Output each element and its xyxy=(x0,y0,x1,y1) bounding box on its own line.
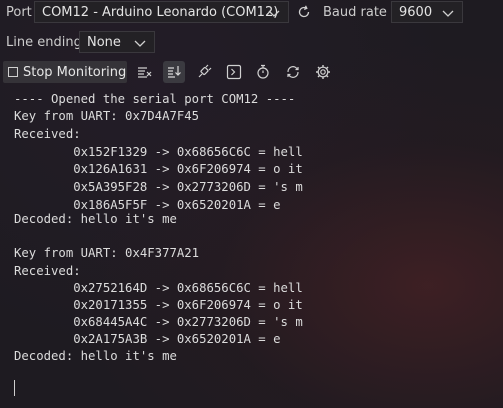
console-line: Decoded: hello it's me xyxy=(14,212,177,226)
port-row: Port COM12 - Arduino Leonardo (COM12) Ba… xyxy=(0,0,503,24)
console-line: Received: xyxy=(14,127,81,141)
line-ending-select[interactable]: None xyxy=(79,31,155,53)
line-ending-label: Line ending xyxy=(6,35,82,50)
console-line: 0x20171355 -> 0x6F206974 = o it xyxy=(14,298,303,312)
clear-output-button[interactable] xyxy=(133,61,155,83)
toggle-autoscroll-icon xyxy=(166,64,182,80)
console-line: 0x152F1329 -> 0x68656C6C = hell xyxy=(14,145,303,159)
line-ending-row: Line ending None xyxy=(0,30,503,56)
stopwatch-icon xyxy=(255,64,271,80)
terminal-button[interactable] xyxy=(223,61,245,83)
stop-monitoring-button[interactable]: Stop Monitoring xyxy=(3,61,127,83)
refresh-ports-button[interactable] xyxy=(293,1,315,23)
settings-button[interactable] xyxy=(312,61,334,83)
reset-icon xyxy=(285,64,301,80)
timestamp-button[interactable] xyxy=(252,61,274,83)
stop-icon xyxy=(8,67,18,77)
port-label: Port xyxy=(6,5,32,20)
line-ending-value: None xyxy=(87,34,121,50)
console-line: 0x68445A4C -> 0x2773206D = 's m xyxy=(14,315,303,329)
console-line: 0x2752164D -> 0x68656C6C = hell xyxy=(14,281,303,295)
connect-button[interactable] xyxy=(193,61,215,83)
baud-rate-select[interactable]: 9600 xyxy=(391,1,463,23)
clear-output-icon xyxy=(136,64,152,80)
reset-board-button[interactable] xyxy=(282,61,304,83)
port-select-value: COM12 - Arduino Leonardo (COM12) xyxy=(42,4,279,20)
text-cursor xyxy=(14,380,15,396)
terminal-icon xyxy=(226,64,242,80)
console-line: 0x126A1631 -> 0x6F206974 = o it xyxy=(14,162,303,176)
console-line: Decoded: hello it's me xyxy=(14,349,177,363)
port-select[interactable]: COM12 - Arduino Leonardo (COM12) xyxy=(34,1,289,23)
console-line: Key from UART: 0x7D4A7F45 xyxy=(14,109,200,123)
refresh-icon xyxy=(296,4,312,20)
serial-monitor: Port COM12 - Arduino Leonardo (COM12) Ba… xyxy=(0,0,503,408)
autoscroll-toggle-button[interactable] xyxy=(163,61,185,83)
stop-monitoring-label: Stop Monitoring xyxy=(23,64,127,80)
chevron-down-icon xyxy=(132,35,148,51)
console-line: 0x186A5F5F -> 0x6520201A = e xyxy=(14,198,281,212)
serial-output[interactable]: ---- Opened the serial port COM12 ---- K… xyxy=(0,92,503,408)
console-line: 0x2A175A3B -> 0x6520201A = e xyxy=(14,332,281,346)
gear-icon xyxy=(315,64,331,80)
baud-rate-label: Baud rate xyxy=(323,5,387,20)
console-line: 0x5A395F28 -> 0x2773206D = 's m xyxy=(14,180,303,194)
console-line: ---- Opened the serial port COM12 ---- xyxy=(14,92,296,106)
console-line: Key from UART: 0x4F377A21 xyxy=(14,246,200,260)
plug-icon xyxy=(196,64,212,80)
baud-rate-value: 9600 xyxy=(399,4,433,20)
chevron-down-icon xyxy=(440,5,456,21)
chevron-down-icon xyxy=(266,5,282,21)
console-line: Received: xyxy=(14,264,81,278)
